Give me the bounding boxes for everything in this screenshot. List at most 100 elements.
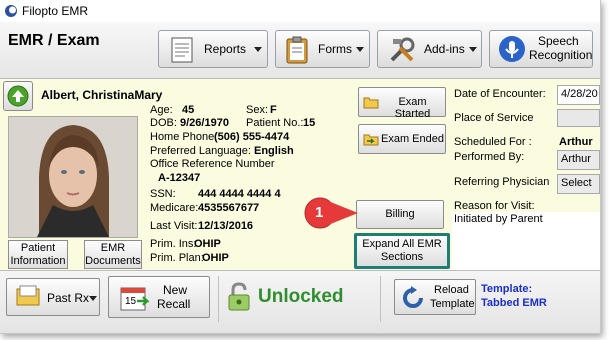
- reports-icon: [171, 37, 193, 63]
- date-of-encounter-label: Date of Encounter:: [454, 88, 546, 100]
- office-ref-value: A-12347: [158, 172, 201, 184]
- past-rx-button[interactable]: Past Rx: [6, 278, 100, 316]
- dob-label: DOB:: [150, 117, 177, 129]
- last-visit-label: Last Visit:: [150, 220, 198, 232]
- speech-recognition-button[interactable]: Speech Recognition: [489, 30, 593, 68]
- dob-value: 9/26/1970: [180, 117, 229, 129]
- template-name[interactable]: Tabbed EMR: [481, 297, 547, 309]
- prim-ins-label: Prim. Ins:: [150, 238, 197, 250]
- billing-button[interactable]: Billing: [356, 200, 444, 229]
- language-value: English: [254, 145, 294, 157]
- exam-ended-label: Exam Ended: [381, 133, 444, 145]
- past-rx-icon: [16, 285, 40, 306]
- footer-divider: [218, 276, 219, 322]
- up-arrow-button[interactable]: [3, 81, 33, 111]
- home-phone-value: (506) 555-4474: [214, 131, 290, 143]
- folder-icon: [363, 97, 379, 109]
- expand-label-line1: Expand All EMR: [362, 238, 442, 250]
- addins-button[interactable]: Add-ins: [377, 30, 482, 68]
- referring-physician-value: Select: [561, 177, 592, 189]
- scheduled-for-value: Arthur: [559, 136, 593, 148]
- scheduled-for-label: Scheduled For :: [454, 136, 532, 148]
- reload-icon: [403, 286, 423, 308]
- exam-ended-button[interactable]: Exam Ended: [358, 124, 446, 154]
- emr-documents-line1: EMR: [100, 242, 126, 254]
- emr-documents-button[interactable]: EMR Documents: [84, 240, 142, 269]
- place-of-service-label: Place of Service: [454, 112, 534, 124]
- expand-all-emr-sections-button[interactable]: Expand All EMR Sections: [354, 233, 450, 269]
- expand-label-line2: Sections: [380, 251, 424, 263]
- patient-no-value: 15: [303, 117, 316, 129]
- callout-pointer: [304, 197, 358, 229]
- language-label: Preferred Language:: [150, 145, 251, 157]
- template-label: Template:: [481, 283, 533, 295]
- ssn-label: SSN:: [150, 188, 176, 200]
- window-title: Filopto EMR: [22, 4, 89, 18]
- reload-line1: Reload: [434, 284, 469, 296]
- chevron-down-icon: [356, 47, 364, 52]
- tools-icon: [390, 37, 415, 62]
- home-phone-label: Home Phone:: [150, 131, 218, 143]
- app-icon: [5, 5, 17, 17]
- forms-label: Forms: [318, 42, 352, 56]
- office-ref-label: Office Reference Number: [150, 158, 275, 170]
- last-visit-value: 12/13/2016: [198, 220, 254, 232]
- toolbar: EMR / Exam Reports Forms Add-ins Speech …: [0, 22, 600, 79]
- reload-line2: Template: [430, 298, 475, 310]
- prim-ins-value: OHIP: [194, 238, 221, 250]
- referring-physician-select[interactable]: Select: [557, 174, 600, 194]
- footer-divider: [380, 276, 381, 322]
- patient-information-line1: Patient: [20, 242, 56, 254]
- up-arrow-icon: [7, 85, 29, 107]
- unlocked-padlock-icon: [228, 282, 250, 311]
- calendar-day: 15: [125, 296, 137, 307]
- ssn-value: 444 4444 4444 4: [198, 188, 281, 200]
- chevron-down-icon: [469, 47, 477, 52]
- exam-started-button[interactable]: Exam Started: [358, 87, 446, 120]
- performed-by-select[interactable]: Arthur: [557, 150, 600, 170]
- medicare-value: 4535567677: [198, 202, 260, 214]
- date-of-encounter-value: 4/28/20: [561, 88, 598, 100]
- reason-for-visit-label: Reason for Visit:: [454, 200, 535, 212]
- folder-exit-icon: [363, 134, 379, 146]
- age-label: Age:: [150, 104, 173, 116]
- speech-label-line1: Speech: [538, 34, 579, 48]
- emr-window: Filopto EMR EMR / Exam Reports Forms Add…: [0, 0, 601, 334]
- addins-label: Add-ins: [424, 42, 465, 56]
- reports-button[interactable]: Reports: [158, 30, 268, 68]
- reports-label: Reports: [204, 42, 247, 56]
- place-of-service-field[interactable]: [557, 109, 600, 127]
- new-recall-line1: New: [163, 283, 188, 297]
- reason-for-visit-value: Initiated by Parent: [454, 213, 543, 225]
- exam-started-label: Exam Started: [394, 96, 431, 120]
- forms-button[interactable]: Forms: [275, 30, 370, 68]
- billing-label: Billing: [385, 208, 415, 220]
- title-bar: Filopto EMR: [0, 0, 600, 22]
- prim-plan-value: OHIP: [202, 252, 229, 264]
- referring-physician-label: Referring Physician: [454, 176, 550, 188]
- past-rx-label: Past Rx: [47, 291, 90, 305]
- reload-template-button[interactable]: Reload Template: [394, 279, 476, 315]
- age-value: 45: [182, 104, 195, 116]
- sex-value: F: [270, 104, 277, 116]
- page-title: EMR / Exam: [8, 32, 100, 49]
- clipboard-icon: [286, 36, 308, 64]
- new-recall-button[interactable]: 15 New Recall: [108, 276, 210, 318]
- chevron-down-icon: [89, 296, 97, 301]
- patient-no-label: Patient No.:: [246, 117, 304, 129]
- speech-label-line2: Recognition: [529, 48, 593, 62]
- patient-information-line2: Information: [10, 255, 66, 267]
- date-of-encounter-field[interactable]: 4/28/20: [557, 85, 600, 105]
- patient-name: Albert, ChristinaMary: [41, 88, 163, 102]
- microphone-icon: [499, 36, 525, 62]
- medicare-label: Medicare:: [150, 202, 199, 214]
- performed-by-label: Performed By:: [454, 151, 525, 163]
- sex-label: Sex:: [246, 104, 269, 116]
- patient-portrait-image: [9, 117, 137, 237]
- patient-information-button[interactable]: Patient Information: [8, 240, 68, 269]
- performed-by-value: Arthur: [561, 153, 591, 165]
- prim-plan-label: Prim. Plan:: [150, 252, 204, 264]
- chevron-down-icon: [254, 47, 262, 52]
- new-recall-line2: Recall: [157, 297, 191, 311]
- patient-photo: [8, 116, 138, 238]
